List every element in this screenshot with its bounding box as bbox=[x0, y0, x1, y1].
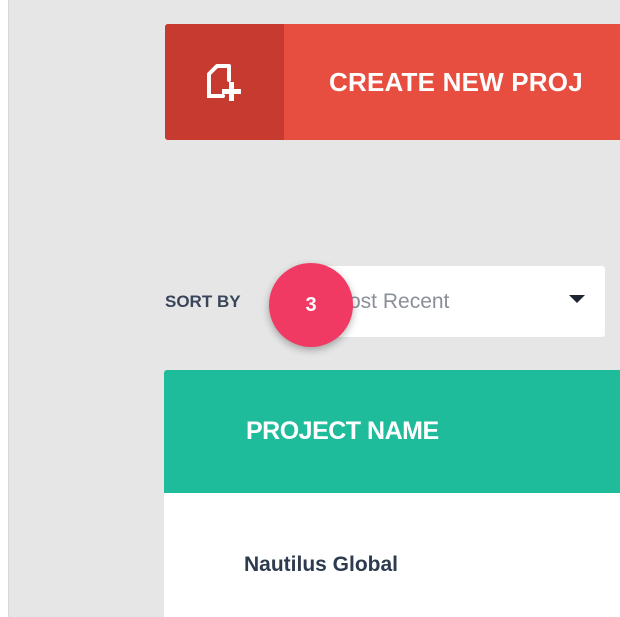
project-name-cell[interactable]: Nautilus Global bbox=[244, 553, 398, 576]
create-new-project-button[interactable]: CREATE NEW PROJ bbox=[165, 24, 620, 140]
sort-by-selected-value: ost Recent bbox=[349, 289, 450, 313]
create-icon-box bbox=[165, 24, 284, 140]
table-header: PROJECT NAME bbox=[164, 370, 620, 493]
main-content-area: CREATE NEW PROJ SORT BY ost Recent 3 PRO… bbox=[8, 0, 620, 617]
create-new-project-label: CREATE NEW PROJ bbox=[329, 66, 583, 97]
new-document-icon bbox=[206, 64, 241, 101]
table-row[interactable]: Nautilus Global bbox=[164, 493, 620, 577]
column-header-project-name[interactable]: PROJECT NAME bbox=[246, 417, 439, 446]
projects-table: PROJECT NAME Nautilus Global bbox=[164, 370, 620, 617]
sort-by-label: SORT BY bbox=[165, 292, 241, 311]
step-number-badge: 3 bbox=[269, 263, 353, 347]
caret-down-icon bbox=[569, 295, 585, 303]
